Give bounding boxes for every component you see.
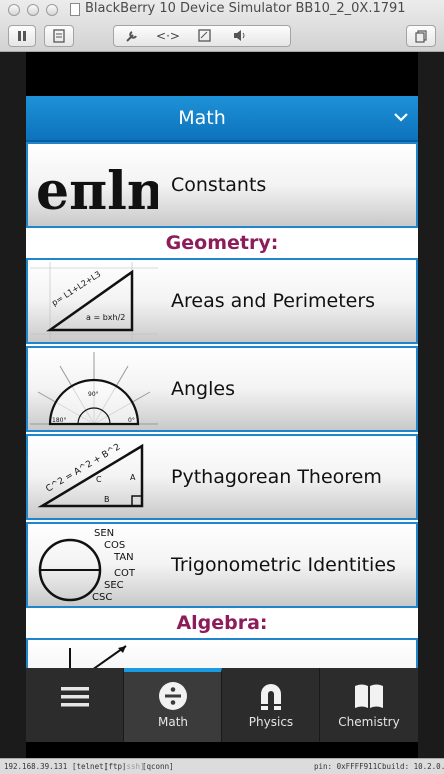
right-triangle-icon: C^2 = A^2 + B^2 C A B — [37, 442, 144, 508]
protractor-icon: 90° 180° 0° — [30, 352, 158, 426]
document-icon — [70, 3, 80, 16]
constants-icon: eπln — [36, 161, 158, 222]
svg-text:C: C — [96, 475, 102, 484]
volume-icon[interactable] — [222, 26, 258, 46]
svg-text:SEC: SEC — [104, 580, 124, 591]
svg-text:p= L1+L2+L3: p= L1+L2+L3 — [50, 269, 102, 307]
wrench-icon[interactable] — [114, 26, 150, 46]
tab-label: Physics — [248, 715, 294, 729]
copy-icon — [414, 30, 427, 43]
tab-chemistry[interactable]: Chemistry — [320, 668, 418, 742]
divide-icon — [159, 682, 187, 710]
window-titlebar: BlackBerry 10 Device Simulator BB10_2_0X… — [0, 0, 444, 63]
build-text: build: 10.2.0.1791 — [382, 762, 444, 771]
list-item-label: Areas and Perimeters — [171, 290, 376, 312]
window-title: BlackBerry 10 Device Simulator BB10_2_0X… — [85, 1, 406, 16]
svg-text:SEN: SEN — [94, 528, 114, 539]
simulator-toolbar: <·> » — [113, 25, 291, 63]
qconn-link[interactable]: [qconn] — [142, 759, 174, 774]
trig-circle-icon: SEN COS TAN COT SEC CSC — [38, 528, 136, 603]
list-item-areas-and-perimeters[interactable]: p= L1+L2+L3 a = bxh/2 Areas and Perimete… — [26, 258, 418, 344]
svg-text:B: B — [104, 495, 110, 504]
list-item-trigonometric-identities[interactable]: SEN COS TAN COT SEC CSC Trigonometric Id… — [26, 522, 418, 608]
ip-address: 192.168.39.131 — [4, 762, 68, 771]
svg-text:180°: 180° — [52, 417, 66, 424]
screenshot-icon — [53, 29, 65, 43]
book-icon — [355, 684, 383, 708]
list-item-angles[interactable]: 90° 180° 0° Angles — [26, 346, 418, 432]
graph-icon — [69, 645, 127, 668]
list-item-label: Constants — [171, 174, 267, 196]
telnet-link[interactable]: [telnet] — [72, 759, 108, 774]
page-title: Math — [178, 107, 226, 129]
zoom-window-button[interactable] — [46, 4, 58, 16]
svg-text:a = bxh/2: a = bxh/2 — [86, 313, 125, 322]
chevron-down-icon[interactable] — [392, 108, 410, 126]
svg-text:A: A — [130, 473, 136, 482]
svg-text:C^2 = A^2 + B^2: C^2 = A^2 + B^2 — [44, 442, 122, 494]
list-item-partial[interactable] — [26, 638, 418, 668]
close-window-button[interactable] — [8, 4, 20, 16]
screenshot-button[interactable] — [44, 25, 74, 47]
svg-text:TAN: TAN — [113, 552, 134, 563]
image-icon[interactable] — [186, 26, 222, 46]
code-icon[interactable]: <·> — [150, 26, 186, 46]
title-bar[interactable]: Math — [26, 96, 418, 142]
topic-list: eπln Constants Geometry: p= L1+L2+L3 a =… — [26, 142, 418, 668]
pause-icon — [18, 31, 26, 41]
tab-bar: Math Physics Chemistry — [26, 668, 418, 742]
section-header-geometry: Geometry: — [26, 228, 418, 258]
svg-text:CSC: CSC — [92, 592, 112, 603]
magnet-icon — [261, 684, 281, 710]
tab-physics[interactable]: Physics — [222, 668, 320, 742]
menu-icon — [61, 687, 89, 707]
copy-button[interactable] — [406, 25, 436, 47]
svg-text:90°: 90° — [88, 391, 99, 398]
constants-icon-text: eπln — [36, 161, 158, 222]
pause-button[interactable] — [8, 25, 36, 47]
svg-text:COT: COT — [114, 568, 136, 579]
tab-math[interactable]: Math — [124, 668, 222, 742]
pin-text: pin: 0xFFFF911C — [314, 762, 382, 771]
triangle-area-icon: p= L1+L2+L3 a = bxh/2 — [30, 262, 158, 340]
list-item-label: Trigonometric Identities — [171, 554, 396, 576]
svg-text:COS: COS — [104, 540, 125, 551]
simulator-status-bar: 192.168.39.131 [telnet] [ftp] [ssh] [qco… — [0, 758, 444, 774]
list-item-label: Pythagorean Theorem — [171, 466, 382, 488]
tab-label: Math — [157, 715, 189, 729]
device-screen: Math eπln Constants Geometry: p= L1+L2+L… — [26, 52, 418, 758]
list-item-constants[interactable]: eπln Constants — [26, 142, 418, 228]
list-item-pythagorean-theorem[interactable]: C^2 = A^2 + B^2 C A B Pythagorean Theore… — [26, 434, 418, 520]
minimize-window-button[interactable] — [27, 4, 39, 16]
svg-text:0°: 0° — [128, 417, 135, 424]
tab-menu[interactable] — [26, 668, 124, 742]
section-header-algebra: Algebra: — [26, 608, 418, 638]
tab-label: Chemistry — [338, 715, 400, 729]
list-item-label: Angles — [171, 378, 235, 400]
